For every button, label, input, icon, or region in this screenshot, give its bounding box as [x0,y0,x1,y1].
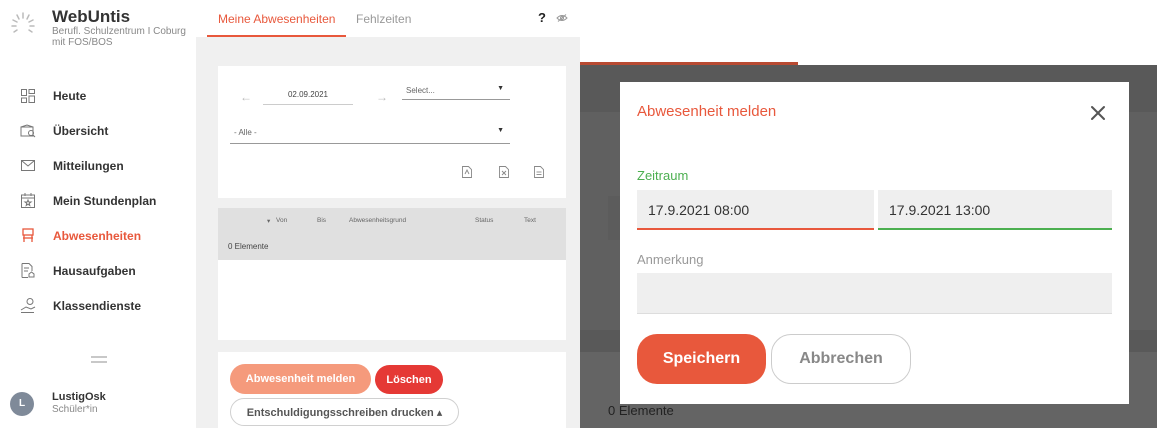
school-name: Berufl. Schulzentrum I Coburg mit FOS/BO… [52,26,186,48]
class-select[interactable]: Select... ▼ [402,80,510,100]
nav-label: Mitteilungen [53,158,124,173]
column-header-status[interactable]: Status [475,217,493,224]
homework-icon [20,263,36,279]
period-end-field[interactable]: 17.9.2021 13:00 [878,190,1112,230]
table-header: ▾ Von Bis Abwesenheitsgrund Status Text … [218,208,566,260]
date-field[interactable]: 02.09.2021 [263,88,353,105]
save-button[interactable]: Speichern [637,334,766,384]
close-icon[interactable] [1087,102,1109,124]
dashboard-icon [20,88,36,104]
brand-text: WebUntis Berufl. Schulzentrum I Coburg m… [52,7,192,49]
brand: WebUntis Berufl. Schulzentrum I Coburg m… [8,8,192,48]
overview-icon [20,123,36,139]
period-label: Zeitraum [637,168,689,183]
action-bar: Abwesenheit melden Löschen Entschuldigun… [218,352,566,428]
delete-button[interactable]: Löschen [375,365,443,394]
column-header-von[interactable]: Von [276,217,287,224]
pdf-export-icon[interactable] [462,166,472,178]
sort-desc-icon[interactable]: ▾ [267,217,270,225]
user-profile[interactable]: L LustigOsk Schüler*in [10,391,106,416]
column-header-reason[interactable]: Abwesenheitsgrund [349,217,406,224]
note-field[interactable] [637,273,1112,314]
report-absence-button[interactable]: Abwesenheit melden [230,364,371,394]
collapse-line [91,356,107,358]
nav-label: Abwesenheiten [53,228,142,243]
help-icon[interactable]: ? [538,10,546,25]
class-select-placeholder: Select... [406,86,435,95]
nav-item-heute[interactable]: Heute [0,78,196,113]
mail-icon [20,158,36,174]
active-tab-indicator [207,35,346,37]
nav-label: Übersicht [53,123,109,138]
excel-export-icon[interactable] [499,166,509,178]
tab-bar: Meine Abwesenheiten Fehlzeiten ? [196,0,580,37]
next-date-arrow-icon[interactable]: → [376,90,388,104]
column-header-text[interactable]: Text [524,217,536,224]
element-count: 0 Elemente [228,242,269,251]
absences-panel: Meine Abwesenheiten Fehlzeiten ? ← 02.09… [196,0,580,428]
filter-card: ← 02.09.2021 → Select... ▼ - Alle - ▼ [218,66,566,198]
user-info: LustigOsk Schüler*in [52,391,106,416]
chevron-down-icon: ▼ [497,85,504,92]
nav-item-hausaufgaben[interactable]: Hausaufgaben [0,253,196,288]
hide-eye-icon[interactable] [556,14,568,22]
absence-icon [20,228,36,244]
tab-missed-periods[interactable]: Fehlzeiten [356,12,411,26]
calendar-icon [20,193,36,209]
nav-label: Heute [53,88,87,103]
absences-table: ▾ Von Bis Abwesenheitsgrund Status Text … [218,208,566,340]
previous-date-arrow-icon[interactable]: ← [240,90,252,104]
csv-export-icon[interactable] [534,166,544,178]
tab-my-absences[interactable]: Meine Abwesenheiten [218,12,335,26]
report-absence-dialog: Abwesenheit melden Zeitraum 17.9.2021 08… [620,82,1129,404]
note-label: Anmerkung [637,252,704,267]
nav-item-abwesenheiten[interactable]: Abwesenheiten [0,218,196,253]
dialog-overlay-area: 0 Elemente Abwesenheit melden Zeitraum 1… [580,0,1157,428]
class-duty-icon [20,298,36,314]
chevron-down-icon: ▼ [497,127,504,134]
brand-title: WebUntis [52,7,131,26]
category-select-value: - Alle - [234,128,257,137]
collapse-line [91,361,107,363]
backdrop-tab-indicator [580,62,798,65]
nav-item-mitteilungen[interactable]: Mitteilungen [0,148,196,183]
print-excuse-button[interactable]: Entschuldigungsschreiben drucken ▴ [230,398,459,426]
sidebar: WebUntis Berufl. Schulzentrum I Coburg m… [0,0,196,428]
cancel-button[interactable]: Abbrechen [771,334,911,384]
nav-label: Hausaufgaben [53,263,136,278]
backdrop-element-count: 0 Elemente [608,403,674,418]
nav-label: Mein Stundenplan [53,193,157,208]
nav-label: Klassendienste [53,298,142,313]
avatar: L [10,391,34,416]
column-header-bis[interactable]: Bis [317,217,326,224]
app-root: WebUntis Berufl. Schulzentrum I Coburg m… [0,0,1157,428]
nav-item-klassendienste[interactable]: Klassendienste [0,288,196,323]
webuntis-logo-icon [11,12,35,33]
period-start-field[interactable]: 17.9.2021 08:00 [637,190,874,230]
main-nav: Heute Übersicht Mitteilungen Mein Stunde… [0,78,196,323]
nav-item-stundenplan[interactable]: Mein Stundenplan [0,183,196,218]
nav-item-uebersicht[interactable]: Übersicht [0,113,196,148]
user-role: Schüler*in [52,404,98,415]
user-name: LustigOsk [52,391,106,403]
dialog-title: Abwesenheit melden [637,103,777,120]
category-select[interactable]: - Alle - ▼ [230,122,510,144]
sidebar-collapse-handle[interactable] [91,356,107,366]
